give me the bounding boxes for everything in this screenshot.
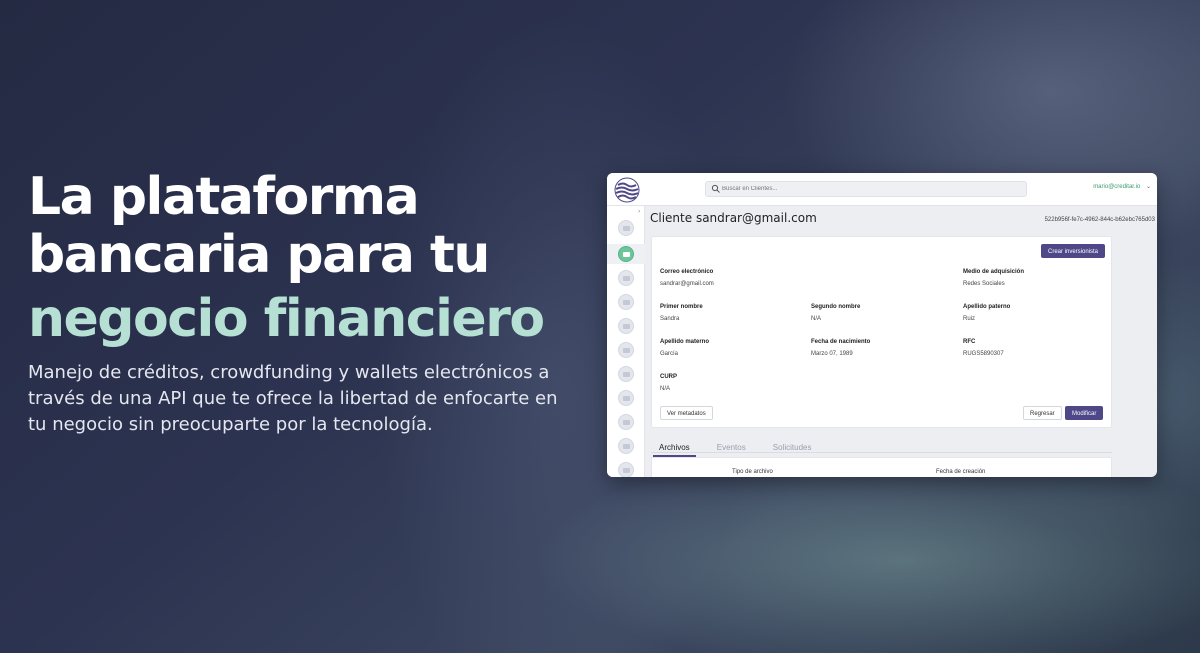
field-label: Apellido paterno bbox=[963, 304, 1011, 310]
view-metadata-button[interactable]: Ver metadatos bbox=[660, 406, 713, 420]
page-title: Cliente sandrar@gmail.com bbox=[650, 211, 817, 225]
sidebar: › bbox=[607, 206, 645, 477]
field-value: N/A bbox=[811, 316, 822, 322]
field-label: Fecha de nacimiento bbox=[811, 339, 871, 345]
field-label: Medio de adquisición bbox=[963, 269, 1025, 275]
sidebar-item-settings-icon[interactable] bbox=[618, 390, 634, 406]
hero-title-accent: negocio financiero bbox=[28, 289, 545, 349]
app-screenshot: mario@creditar.io ⌄ › Cliente sandrar@gm… bbox=[607, 173, 1157, 477]
field-value: sandrar@gmail.com bbox=[660, 281, 714, 287]
field-value: RUGS5890307 bbox=[963, 351, 1004, 357]
field-value: García bbox=[660, 351, 679, 357]
field-value: N/A bbox=[660, 386, 671, 392]
table-header-created-date: Fecha de creación bbox=[936, 469, 986, 475]
hero-section: La plataforma bancaria para tu negocio f… bbox=[28, 168, 588, 438]
search-icon bbox=[711, 184, 720, 193]
sidebar-item-bank-icon[interactable] bbox=[618, 366, 634, 382]
sidebar-item-reports-icon[interactable] bbox=[618, 414, 634, 430]
field-email: Correo electrónico sandrar@gmail.com bbox=[660, 269, 714, 287]
field-first-name: Primer nombre Sandra bbox=[660, 304, 703, 322]
user-menu[interactable]: mario@creditar.io ⌄ bbox=[1093, 183, 1151, 190]
field-value: Sandra bbox=[660, 316, 680, 322]
field-mother-surname: Apellido materno García bbox=[660, 339, 709, 357]
collapse-arrow-icon[interactable]: › bbox=[638, 208, 640, 215]
field-value: Redes Sociales bbox=[963, 281, 1005, 287]
client-detail-card: Crear inversionista Correo electrónico s… bbox=[651, 236, 1112, 428]
field-label: RFC bbox=[963, 339, 976, 345]
field-label: Segundo nombre bbox=[811, 304, 861, 310]
sidebar-item-clients-icon[interactable] bbox=[618, 246, 634, 262]
edit-button[interactable]: Modificar bbox=[1065, 406, 1104, 420]
sidebar-item-dashboard-icon[interactable] bbox=[618, 438, 634, 454]
user-email: mario@creditar.io bbox=[1093, 184, 1141, 190]
field-label: Primer nombre bbox=[660, 304, 703, 310]
tab-divider bbox=[651, 452, 1112, 453]
field-label: CURP bbox=[660, 374, 678, 380]
top-bar: mario@creditar.io ⌄ bbox=[607, 173, 1157, 206]
table-header-file-type: Tipo de archivo bbox=[732, 469, 773, 475]
files-table: Tipo de archivo Fecha de creación bbox=[651, 457, 1112, 477]
hero-title-line1: La plataforma bbox=[28, 167, 420, 227]
field-curp: CURP N/A bbox=[660, 374, 677, 392]
sidebar-item-home-icon[interactable] bbox=[618, 220, 634, 236]
create-investor-button[interactable]: Crear inversionista bbox=[1041, 244, 1106, 258]
search-input[interactable] bbox=[722, 182, 1022, 196]
sidebar-item-cards-icon[interactable] bbox=[618, 294, 634, 310]
tab-files[interactable]: Archivos bbox=[653, 441, 696, 457]
sidebar-item-payments-icon[interactable] bbox=[618, 342, 634, 358]
sidebar-item-transfers-icon[interactable] bbox=[618, 318, 634, 334]
field-value: Marzo 07, 1989 bbox=[811, 351, 853, 357]
search-box[interactable] bbox=[705, 181, 1027, 197]
back-button[interactable]: Regresar bbox=[1023, 406, 1062, 420]
field-father-surname: Apellido paterno Ruiz bbox=[963, 304, 1010, 322]
hero-title: La plataforma bancaria para tu negocio f… bbox=[28, 168, 588, 348]
sidebar-item-more-icon[interactable] bbox=[618, 462, 634, 477]
field-second-name: Segundo nombre N/A bbox=[811, 304, 860, 322]
hero-description: Manejo de créditos, crowdfunding y walle… bbox=[28, 362, 558, 435]
hero-title-line2: bancaria para tu bbox=[28, 225, 490, 285]
logo-icon[interactable] bbox=[614, 177, 640, 203]
tab-bar: Archivos Eventos Solicitudes bbox=[653, 435, 827, 457]
field-label: Apellido materno bbox=[660, 339, 710, 345]
field-acquisition: Medio de adquisición Redes Sociales bbox=[963, 269, 1024, 287]
sidebar-item-investors-icon[interactable] bbox=[618, 270, 634, 286]
field-rfc: RFC RUGS5890307 bbox=[963, 339, 1004, 357]
field-value: Ruiz bbox=[963, 316, 976, 322]
field-label: Correo electrónico bbox=[660, 269, 714, 275]
field-birth-date: Fecha de nacimiento Marzo 07, 1989 bbox=[811, 339, 870, 357]
chevron-down-icon: ⌄ bbox=[1145, 184, 1151, 190]
client-id: 522b956f-fe7c-4962-844c-b62ebc765d03 bbox=[1044, 217, 1155, 223]
